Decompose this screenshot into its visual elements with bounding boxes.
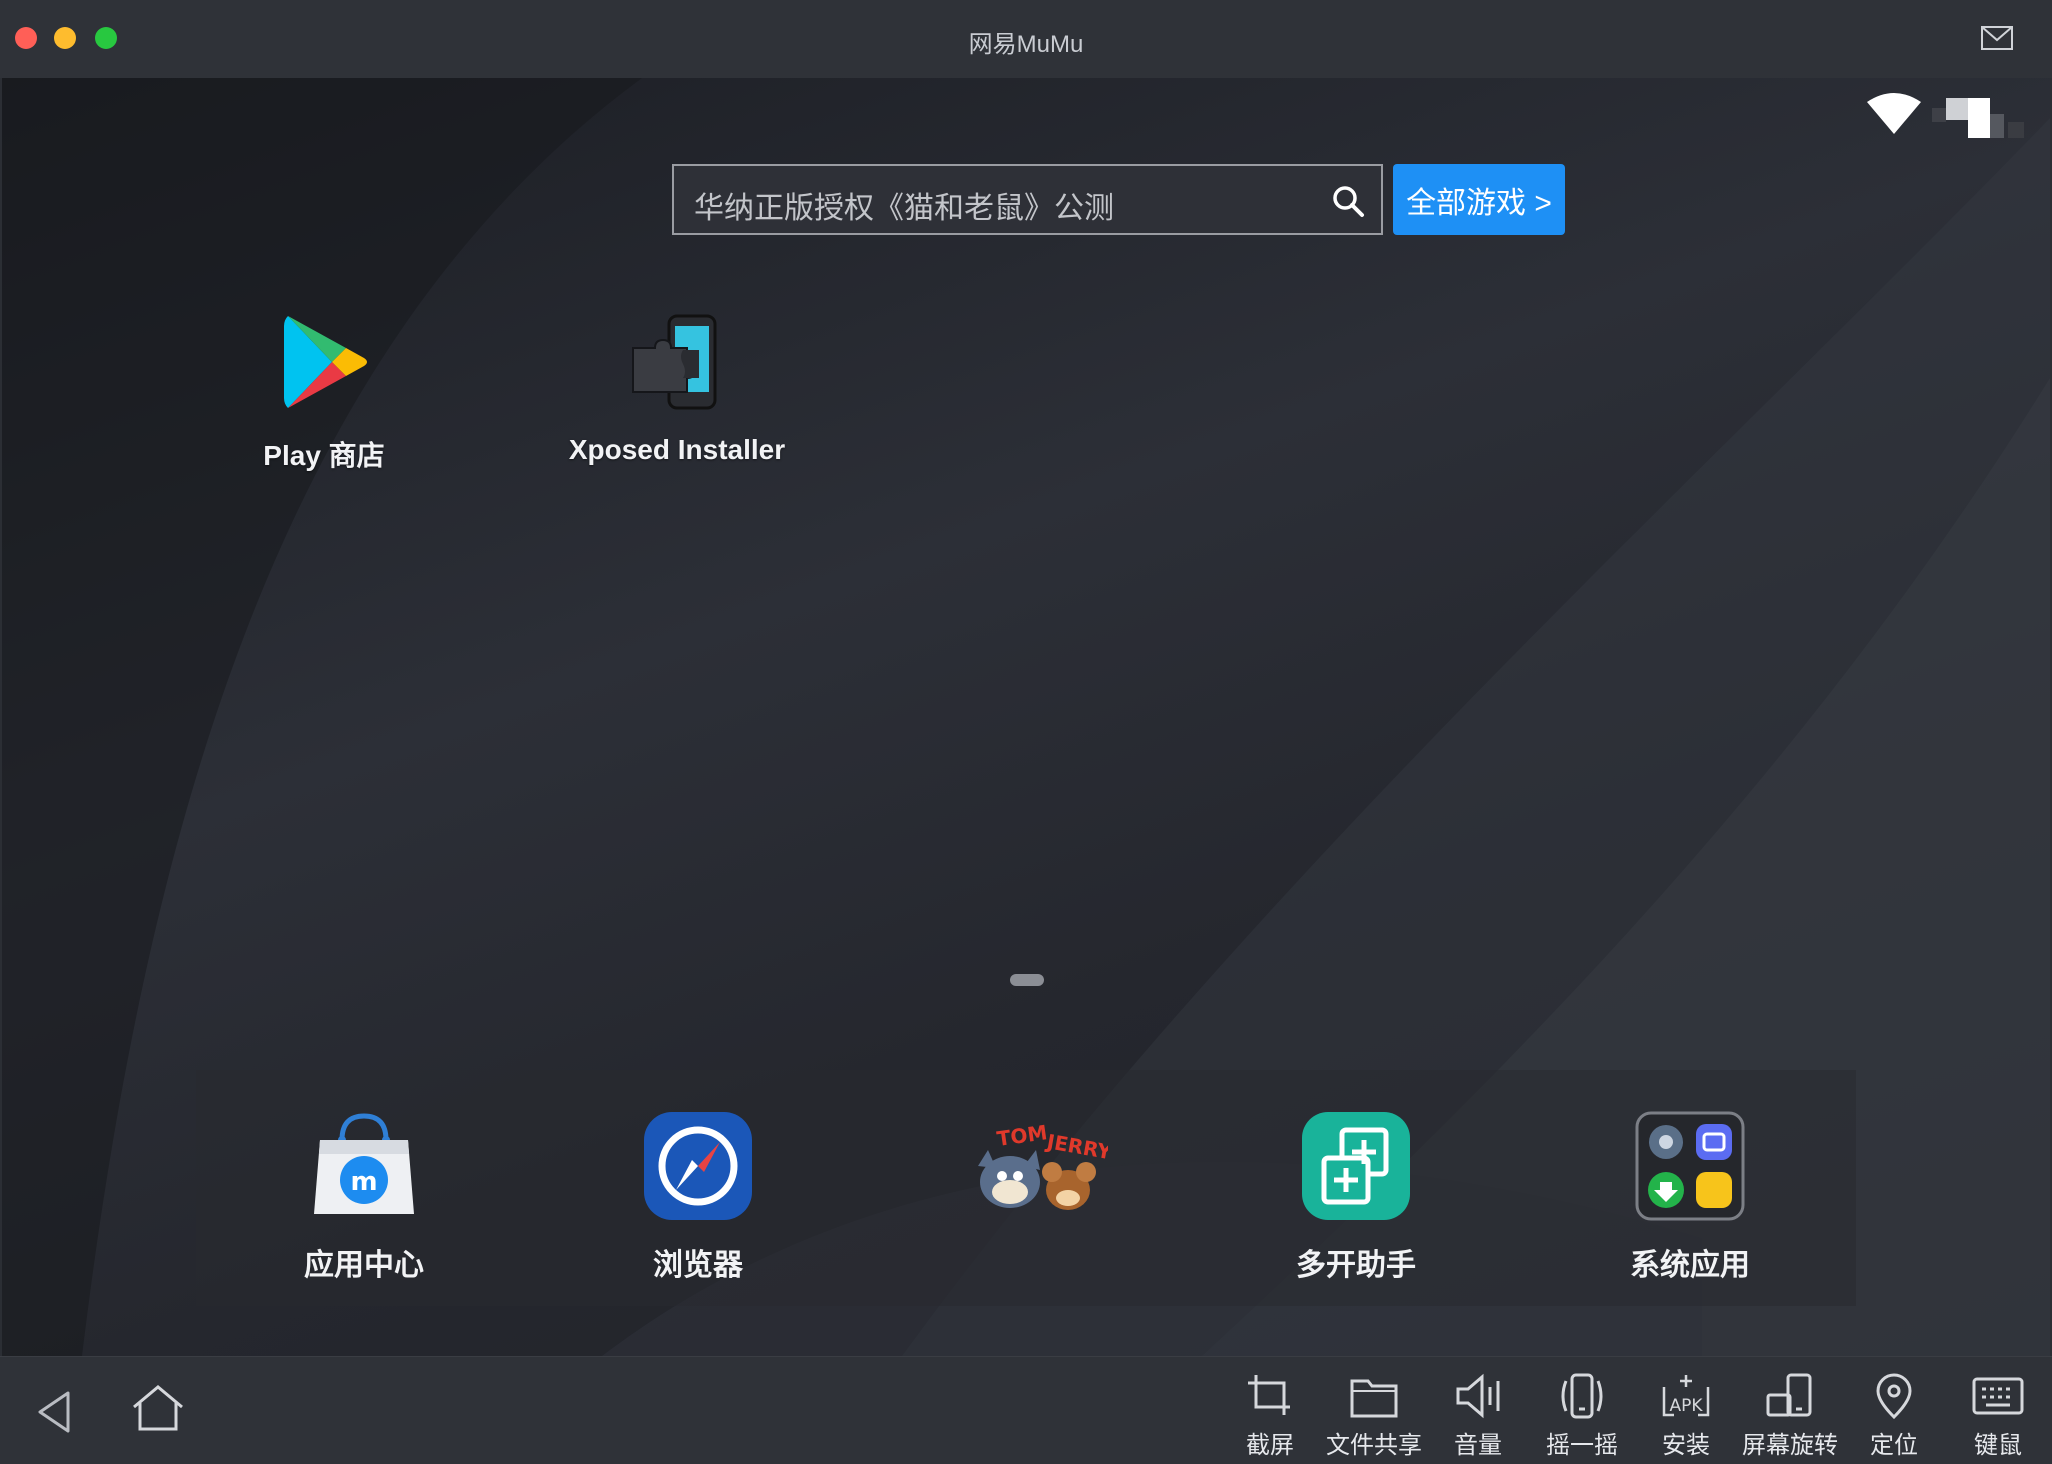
toolbar-screenshot-button[interactable]: 截屏: [1215, 1373, 1325, 1460]
browser-icon: [644, 1112, 752, 1220]
toolbar-shake-button[interactable]: 摇一摇: [1527, 1373, 1637, 1460]
home-icon[interactable]: [130, 1383, 186, 1433]
xposed-icon: [632, 314, 717, 410]
all-games-button[interactable]: 全部游戏 >: [1393, 164, 1565, 235]
toolbar-label: 摇一摇: [1546, 1432, 1618, 1459]
toolbar-label: 文件共享: [1326, 1432, 1422, 1459]
toolbar-label: 音量: [1454, 1432, 1502, 1459]
rotate-screen-icon: [1766, 1373, 1812, 1417]
folder-icon: [1350, 1379, 1398, 1418]
search-bar[interactable]: 华纳正版授权《猫和老鼠》公测: [672, 164, 1383, 235]
toolbar-label: 屏幕旋转: [1742, 1432, 1838, 1459]
toolbar-label: 安装: [1662, 1432, 1710, 1459]
app-label: Play 商店: [263, 440, 385, 471]
app-label: 多开助手: [1296, 1249, 1416, 1282]
dock-system-apps[interactable]: 系统应用: [1580, 1110, 1800, 1284]
dock-multi-instance[interactable]: 多开助手: [1246, 1110, 1466, 1284]
back-icon[interactable]: [34, 1387, 74, 1437]
search-text: 华纳正版授权《猫和老鼠》公测: [694, 192, 1114, 225]
wifi-icon: [1867, 93, 1921, 134]
toolbar-label: 键鼠: [1974, 1432, 2022, 1459]
svg-text:JERRY: JERRY: [1043, 1129, 1108, 1164]
system-apps-icon: [1635, 1111, 1745, 1221]
signal-icon: [1932, 98, 2024, 138]
toolbar-location-button[interactable]: 定位: [1839, 1373, 1949, 1460]
window-title: 网易MuMu: [968, 31, 1084, 58]
app-label: Xposed Installer: [568, 434, 786, 465]
app-label: 浏览器: [653, 1249, 743, 1282]
android-screen: 华纳正版授权《猫和老鼠》公测 全部游戏 > Play 商店 Xposed Ins…: [2, 78, 2050, 1356]
svg-text:TOM: TOM: [995, 1120, 1048, 1151]
apk-install-icon: APK: [1662, 1375, 1710, 1417]
volume-icon: [1456, 1373, 1500, 1419]
svg-text:APK: APK: [1669, 1396, 1703, 1416]
keyboard-icon: [1972, 1377, 2024, 1415]
toolbar-keyboard-mouse-button[interactable]: 键鼠: [1943, 1373, 2052, 1460]
page-indicator: [1010, 974, 1044, 986]
dock-tom-and-jerry[interactable]: TOM JERRY: [918, 1110, 1138, 1240]
toolbar-label: 定位: [1870, 1432, 1918, 1459]
toolbar-rotate-screen-button[interactable]: 屏幕旋转: [1735, 1373, 1845, 1460]
svg-text:m: m: [350, 1167, 377, 1197]
play-store-icon: [284, 316, 367, 408]
shake-icon: [1561, 1373, 1603, 1419]
app-center-icon: m: [314, 1113, 414, 1214]
app-label: 系统应用: [1630, 1249, 1750, 1282]
location-icon: [1876, 1373, 1912, 1419]
toolbar-volume-button[interactable]: 音量: [1423, 1373, 1533, 1460]
app-label: 应用中心: [304, 1249, 424, 1282]
dock-browser[interactable]: 浏览器: [588, 1110, 808, 1284]
toolbar-install-apk-button[interactable]: APK 安装: [1631, 1373, 1741, 1460]
dock: m 应用中心 浏览器 TOM JERRY 多开助手 系统应用: [196, 1070, 1856, 1306]
dock-app-center[interactable]: m 应用中心: [254, 1110, 474, 1284]
multi-instance-icon: [1302, 1112, 1410, 1220]
search-icon[interactable]: [1331, 184, 1365, 218]
toolbar-label: 截屏: [1246, 1432, 1294, 1459]
title-bar: 网易MuMu: [0, 0, 2052, 78]
tom-and-jerry-icon: TOM JERRY: [978, 1120, 1108, 1210]
crop-icon: [1248, 1375, 1290, 1415]
toolbar-file-share-button[interactable]: 文件共享: [1319, 1373, 1429, 1460]
bottom-toolbar: 截屏 文件共享 音量 摇一摇 APK 安装 屏幕旋转 定位 键鼠: [0, 1356, 2052, 1464]
mail-icon[interactable]: [1980, 24, 2014, 52]
app-xposed-installer[interactable]: Xposed Installer: [562, 308, 792, 466]
app-play-store[interactable]: Play 商店: [224, 308, 424, 474]
